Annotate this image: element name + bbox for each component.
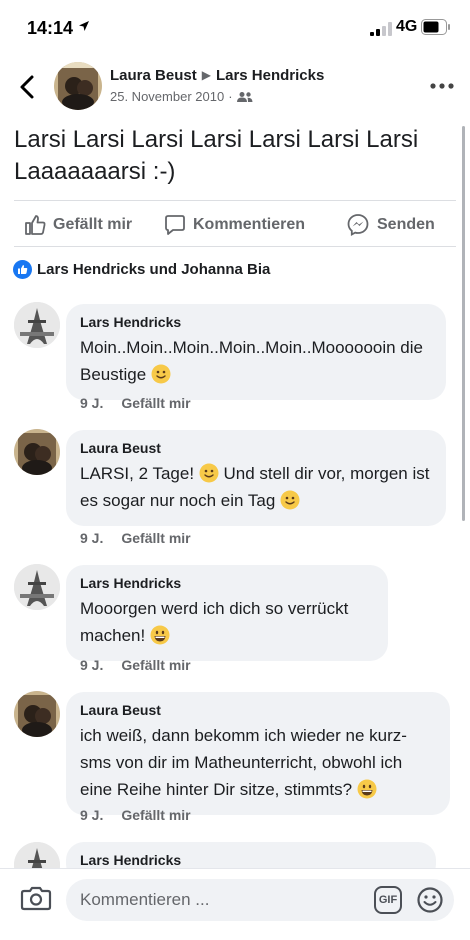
likes-summary[interactable]: Lars Hendricks und Johanna Bia — [13, 260, 270, 279]
status-bar: 14:14 4G — [0, 0, 470, 52]
post-date[interactable]: 25. November 2010 — [110, 89, 224, 104]
arrow-right-icon: ▶ — [201, 68, 211, 82]
comment-author[interactable]: Laura Beust — [80, 702, 436, 718]
camera-icon[interactable] — [20, 883, 52, 913]
divider — [14, 200, 456, 201]
messenger-icon — [347, 214, 369, 237]
comment-composer: GIF — [0, 868, 470, 940]
comment-author[interactable]: Laura Beust — [80, 440, 432, 456]
comment-author[interactable]: Lars Hendricks — [80, 852, 422, 868]
comment-input[interactable] — [66, 879, 366, 921]
target-name[interactable]: Lars Hendricks — [216, 67, 324, 84]
comment-meta: 9 J. Gefällt mir — [80, 807, 191, 823]
comment-input-container: GIF — [66, 879, 454, 921]
comment-avatar[interactable] — [14, 564, 60, 610]
comment-like-button[interactable]: Gefällt mir — [121, 657, 190, 673]
likes-names: Lars Hendricks und Johanna Bia — [37, 261, 271, 278]
grin-emoji-icon — [150, 625, 170, 645]
comment-text: Mooorgen werd ich dich so verrückt mache… — [80, 599, 349, 645]
comment-author[interactable]: Lars Hendricks — [80, 314, 432, 330]
comment-bubble: Laura Beust ich weiß, dann bekomm ich wi… — [66, 692, 450, 815]
author-avatar[interactable] — [54, 62, 102, 110]
comment-bubble: Laura Beust LARSI, 2 Tage! Und stell dir… — [66, 430, 446, 526]
comment-text: ich weiß, dann bekomm ich wieder ne kurz… — [80, 726, 407, 799]
grin-emoji-icon — [357, 779, 377, 799]
slight-smile-emoji-icon — [280, 490, 300, 510]
slight-smile-emoji-icon — [151, 364, 171, 384]
location-arrow-icon — [79, 21, 89, 31]
comment-bubble: Lars Hendricks Moin..Moin..Moin..Moin..M… — [66, 304, 446, 400]
comment-text: LARSI, 2 Tage! Und stell dir vor, morgen… — [80, 463, 430, 510]
comment-like-button[interactable]: Gefällt mir — [121, 530, 190, 546]
post-author-line: Laura Beust ▶ Lars Hendricks — [110, 67, 324, 84]
comment-meta: 9 J. Gefällt mir — [80, 530, 191, 546]
comment-meta: 9 J. Gefällt mir — [80, 657, 191, 673]
comment-author[interactable]: Lars Hendricks — [80, 575, 374, 591]
scrollbar[interactable] — [462, 126, 465, 521]
network-type: 4G — [396, 18, 418, 35]
post-text: Larsi Larsi Larsi Larsi Larsi Larsi Lars… — [14, 126, 419, 185]
comment-label: Kommentieren — [193, 216, 306, 233]
author-name[interactable]: Laura Beust — [110, 67, 197, 84]
comment-like-button[interactable]: Gefällt mir — [121, 807, 190, 823]
cellular-signal-icon — [370, 22, 392, 36]
back-button[interactable] — [16, 74, 40, 100]
friends-audience-icon — [236, 92, 253, 102]
slight-smile-emoji-icon — [199, 463, 219, 483]
gif-button[interactable]: GIF — [374, 886, 402, 914]
comment-like-button[interactable]: Gefällt mir — [121, 395, 190, 411]
like-reaction-icon — [13, 260, 32, 279]
comment-avatar[interactable] — [14, 429, 60, 475]
emoji-picker-icon[interactable] — [416, 886, 444, 914]
post-meta: 25. November 2010 · — [110, 89, 253, 104]
like-label: Gefällt mir — [53, 216, 133, 233]
comment-avatar[interactable] — [14, 691, 60, 737]
comment-meta: 9 J. Gefällt mir — [80, 395, 191, 411]
like-button[interactable]: Gefällt mir — [24, 210, 132, 240]
comment-bubble-icon — [165, 215, 185, 235]
separator-dot: · — [228, 89, 233, 104]
comment-age: 9 J. — [80, 530, 104, 546]
battery-icon — [421, 19, 450, 35]
comment-text: Moin..Moin..Moin..Moin..Moin..Mooooooin … — [80, 338, 423, 384]
comment-age: 9 J. — [80, 807, 104, 823]
send-label: Senden — [377, 216, 435, 233]
comment-button[interactable]: Kommentieren — [164, 210, 305, 240]
status-time: 14:14 — [27, 18, 74, 38]
comment-age: 9 J. — [80, 657, 104, 673]
divider — [14, 246, 456, 247]
thumbs-up-icon — [25, 215, 46, 235]
send-button[interactable]: Senden — [346, 210, 435, 240]
comment-avatar[interactable] — [14, 302, 60, 348]
comment-bubble: Lars Hendricks Mooorgen werd ich dich so… — [66, 565, 388, 661]
more-options-icon[interactable] — [428, 78, 456, 94]
comment-age: 9 J. — [80, 395, 104, 411]
